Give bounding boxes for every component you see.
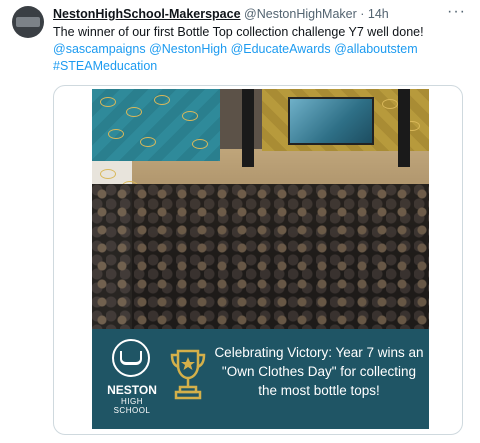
avatar[interactable] <box>12 6 44 38</box>
bottle-top-icon <box>126 107 142 117</box>
banner-text: Celebrating Victory: Year 7 wins an "Own… <box>214 345 424 398</box>
mention-link[interactable]: @NestonHigh <box>149 42 227 56</box>
hashtag-link[interactable]: #STEAMeducation <box>53 59 157 73</box>
school-logo-icon <box>112 339 150 377</box>
bottle-top-icon <box>382 99 398 109</box>
bottle-top-icon <box>140 137 156 147</box>
timestamp[interactable]: 14h <box>368 7 389 21</box>
bottle-top-icon <box>182 111 198 121</box>
bottle-top-icon <box>154 95 170 105</box>
display-name[interactable]: NestonHighSchool-Makerspace <box>53 7 241 21</box>
tweet[interactable]: NestonHighSchool-Makerspace @NestonHighM… <box>0 0 480 443</box>
mention-link[interactable]: @allaboutstem <box>334 42 418 56</box>
more-options-icon[interactable]: ··· <box>447 3 466 21</box>
separator-dot: · <box>360 7 365 21</box>
tweet-body: The winner of our first Bottle Top colle… <box>53 25 424 39</box>
user-handle[interactable]: @NestonHighMaker <box>244 7 357 21</box>
bottle-top-icon <box>192 139 208 149</box>
school-subtitle: HIGH SCHOOL <box>113 397 151 415</box>
bottle-top-icon <box>100 169 116 179</box>
bottle-top-icon <box>100 97 116 107</box>
mention-link[interactable]: @EducateAwards <box>231 42 331 56</box>
media-card[interactable]: NESTON HIGH SCHOOL Celebrating Victory: … <box>53 85 463 435</box>
tweet-text: The winner of our first Bottle Top colle… <box>53 24 468 75</box>
trophy-icon <box>170 349 206 400</box>
curtain <box>242 89 254 167</box>
projector-screen <box>288 97 374 145</box>
bottle-top-icon <box>108 129 124 139</box>
mention-link[interactable]: @sascampaigns <box>53 42 146 56</box>
school-name: NESTON <box>107 383 157 397</box>
curtain <box>398 89 410 167</box>
announcement-banner: NESTON HIGH SCHOOL Celebrating Victory: … <box>92 329 429 429</box>
tweet-header: NestonHighSchool-Makerspace @NestonHighM… <box>53 6 450 22</box>
